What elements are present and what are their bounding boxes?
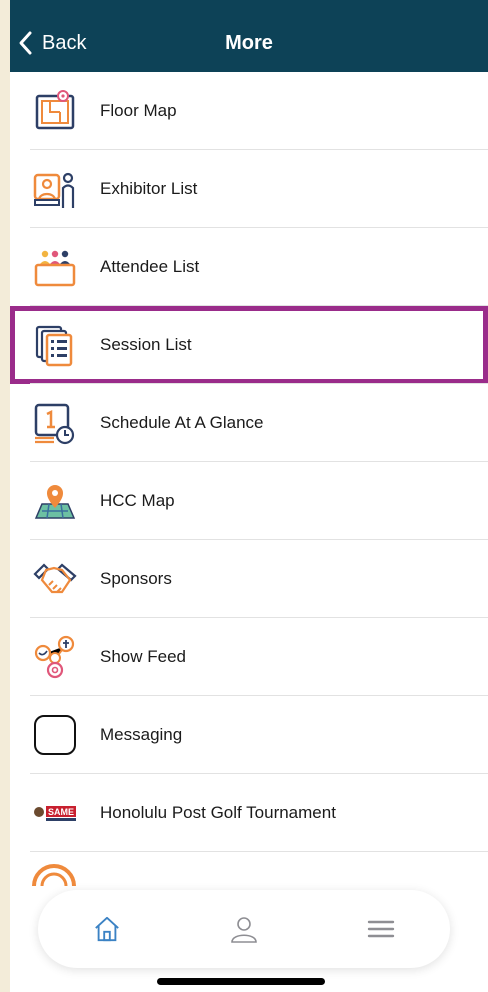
handshake-icon (32, 556, 78, 602)
menu-item-session-list[interactable]: Session List (10, 306, 488, 384)
navigation-bar: Back More (10, 0, 488, 72)
svg-text:SAME: SAME (48, 807, 74, 817)
menu-item-label: Session List (100, 335, 192, 354)
menu-item-exhibitor-list[interactable]: Exhibitor List (10, 150, 488, 228)
person-icon (231, 917, 257, 943)
attendee-icon (32, 244, 78, 290)
menu-item-messaging[interactable]: Messaging (10, 696, 488, 774)
menu-item-label: Honolulu Post Golf Tournament (100, 803, 336, 822)
menu-item-label: Schedule At A Glance (100, 413, 264, 432)
menu-item-label: Exhibitor List (100, 179, 198, 198)
tab-menu[interactable] (351, 899, 411, 959)
menu-item-label: Messaging (100, 725, 183, 744)
map-pin-icon (32, 478, 78, 524)
menu-item-label: Attendee List (100, 257, 200, 276)
exhibitor-icon (32, 166, 78, 212)
menu-item-label: HCC Map (100, 491, 175, 510)
hamburger-icon (368, 920, 395, 938)
tab-home[interactable] (77, 899, 137, 959)
menu-item-honolulu-post-golf[interactable]: SAME Honolulu Post Golf Tournament (10, 774, 488, 852)
page-title: More (225, 32, 273, 54)
same-logo-icon: SAME (32, 790, 78, 836)
messaging-icon (32, 712, 78, 758)
menu-item-show-feed[interactable]: Show Feed (10, 618, 488, 696)
home-icon (94, 916, 119, 942)
menu-item-floor-map[interactable]: Floor Map (10, 72, 488, 150)
menu-item-hcc-map[interactable]: HCC Map (10, 462, 488, 540)
bottom-tab-bar (38, 890, 450, 968)
session-list-icon (32, 322, 78, 368)
more-menu-list: Floor Map Exhibitor List Attendee List S… (10, 72, 488, 852)
tab-profile[interactable] (214, 899, 274, 959)
menu-item-label: Sponsors (100, 569, 172, 588)
menu-item-label: Floor Map (100, 101, 177, 120)
social-feed-icon (32, 634, 78, 680)
menu-item-schedule-at-a-glance[interactable]: Schedule At A Glance (10, 384, 488, 462)
menu-item-label: Show Feed (100, 647, 186, 666)
schedule-calendar-icon (32, 400, 78, 446)
app-screen: Back More Floor Map Exhibitor List Atten… (10, 0, 488, 992)
menu-item-attendee-list[interactable]: Attendee List (10, 228, 488, 306)
floor-map-icon (32, 88, 78, 134)
home-indicator (157, 978, 325, 985)
menu-item-sponsors[interactable]: Sponsors (10, 540, 488, 618)
